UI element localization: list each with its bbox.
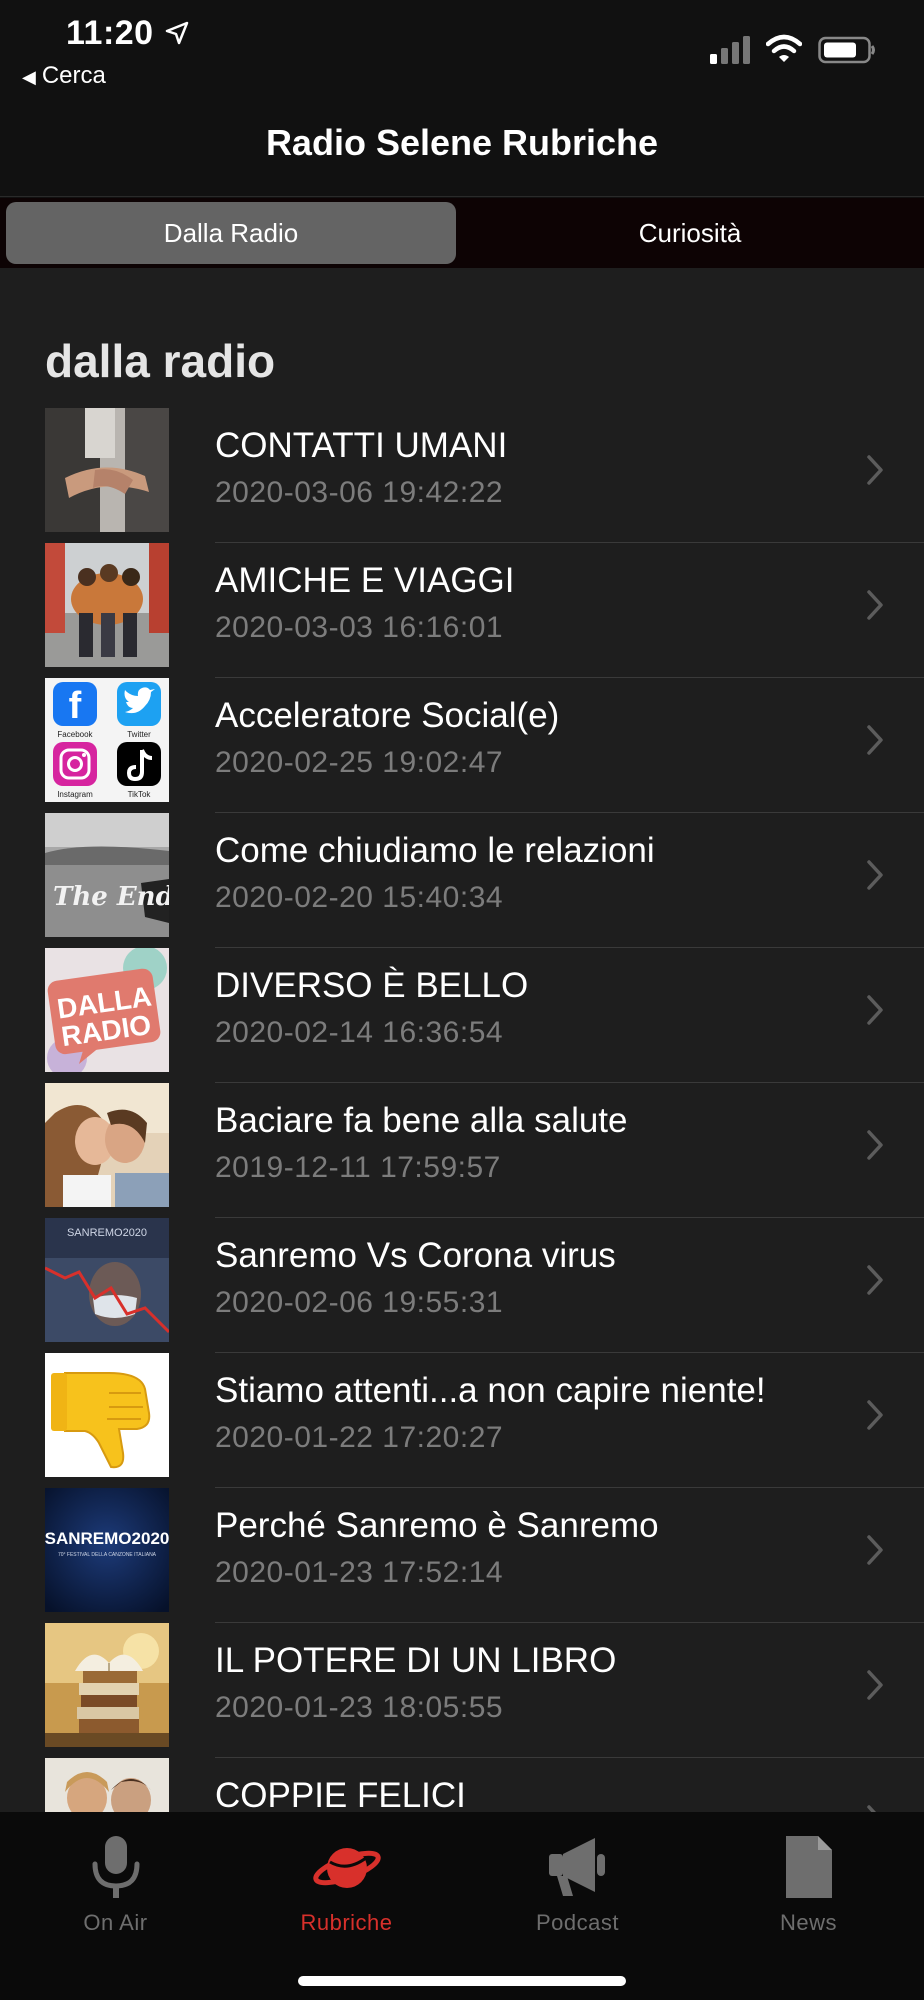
thumbnail-the-end-image: The End bbox=[45, 813, 169, 937]
section-header: dalla radio bbox=[45, 335, 276, 387]
home-indicator bbox=[298, 1976, 626, 1986]
document-icon bbox=[785, 1836, 832, 1898]
item-title: Stiamo attenti...a non capire niente! bbox=[215, 1371, 766, 1410]
chevron-right-icon bbox=[867, 1400, 883, 1430]
list-item[interactable]: f Facebook Twitter Instagram TikTok Acce… bbox=[0, 678, 924, 813]
back-to-search-link[interactable]: ◀ Cerca bbox=[22, 62, 106, 90]
list-item[interactable]: Stiamo attenti...a non capire niente! 20… bbox=[0, 1353, 924, 1488]
item-date: 2020-02-14 16:36:54 bbox=[215, 1016, 504, 1049]
list-item[interactable]: The End Come chiudiamo le relazioni 2020… bbox=[0, 813, 924, 948]
item-title: Sanremo Vs Corona virus bbox=[215, 1236, 616, 1275]
thumbnail-sanremo-2020-image: SANREMO2020 70° FESTIVAL DELLA CANZONE I… bbox=[45, 1488, 169, 1612]
back-triangle-icon: ◀ bbox=[22, 67, 36, 87]
tab-bar: On Air Rubriche Podcast News bbox=[0, 1812, 924, 2000]
tab-label: Podcast bbox=[536, 1910, 619, 1935]
thumbnail-kiss-image bbox=[45, 1083, 169, 1207]
status-time: 11:20 bbox=[66, 14, 154, 52]
thumbnail-books-image bbox=[45, 1623, 169, 1747]
tab-podcast[interactable]: Podcast bbox=[462, 1820, 693, 1936]
item-title: Baciare fa bene alla salute bbox=[215, 1101, 628, 1140]
sanremo-big-logo: SANREMO2020 bbox=[45, 1529, 169, 1548]
location-arrow-icon bbox=[165, 21, 189, 45]
thumbnail-sanremo-virus-image: SANREMO2020 bbox=[45, 1218, 169, 1342]
item-date: 2020-03-06 19:42:22 bbox=[215, 476, 504, 509]
nav-divider bbox=[0, 196, 924, 197]
microphone-icon bbox=[92, 1836, 139, 1898]
thumbnail-handshake-image bbox=[45, 408, 169, 532]
tab-label: News bbox=[779, 1910, 837, 1935]
item-title: CONTATTI UMANI bbox=[215, 426, 508, 465]
the-end-text: The End bbox=[53, 882, 169, 912]
rubriche-list: CONTATTI UMANI 2020-03-06 19:42:22 AMICH… bbox=[0, 408, 924, 1812]
status-bar: 11:20 ◀ Cerca bbox=[0, 0, 924, 100]
tab-news[interactable]: News bbox=[693, 1820, 924, 1936]
item-date: 2020-03-03 16:16:01 bbox=[215, 611, 504, 644]
chevron-right-icon bbox=[867, 455, 883, 485]
sanremo-subtitle: 70° FESTIVAL DELLA CANZONE ITALIANA bbox=[58, 1552, 157, 1558]
thumbnail-social-apps-image: f Facebook Twitter Instagram TikTok bbox=[45, 678, 169, 802]
item-title: Acceleratore Social(e) bbox=[215, 696, 560, 735]
tab-label: On Air bbox=[83, 1910, 148, 1935]
item-title: Perché Sanremo è Sanremo bbox=[215, 1506, 659, 1545]
item-title: COPPIE FELICI bbox=[215, 1776, 466, 1812]
list-item[interactable]: COPPIE FELICI bbox=[0, 1758, 924, 1812]
social-label-tiktok: TikTok bbox=[128, 790, 152, 799]
chevron-right-icon bbox=[867, 1670, 883, 1700]
social-label-facebook: Facebook bbox=[57, 730, 93, 739]
chevron-right-icon bbox=[867, 860, 883, 890]
thumbnail-thumbs-down-image bbox=[45, 1353, 169, 1477]
item-title: Come chiudiamo le relazioni bbox=[215, 831, 655, 870]
chevron-right-icon bbox=[867, 995, 883, 1025]
sanremo-small-logo: SANREMO2020 bbox=[67, 1227, 147, 1239]
chevron-right-icon bbox=[867, 1130, 883, 1160]
item-date: 2020-02-06 19:55:31 bbox=[215, 1286, 504, 1319]
list-item[interactable]: SANREMO2020 70° FESTIVAL DELLA CANZONE I… bbox=[0, 1488, 924, 1623]
social-label-instagram: Instagram bbox=[57, 790, 93, 799]
chevron-right-icon bbox=[867, 1265, 883, 1295]
item-date: 2020-01-23 17:52:14 bbox=[215, 1556, 504, 1589]
cellular-signal-icon bbox=[710, 36, 750, 64]
item-date: 2020-01-23 18:05:55 bbox=[215, 1691, 504, 1724]
megaphone-icon bbox=[548, 1838, 605, 1896]
item-title: DIVERSO È BELLO bbox=[215, 966, 529, 1005]
tab-label: Rubriche bbox=[300, 1910, 393, 1935]
item-date: 2020-02-25 19:02:47 bbox=[215, 746, 504, 779]
list-item[interactable]: DALLA RADIO DIVERSO È BELLO 2020-02-14 1… bbox=[0, 948, 924, 1083]
battery-icon bbox=[818, 36, 875, 64]
item-date: 2020-02-20 15:40:34 bbox=[215, 881, 504, 914]
list-item[interactable]: IL POTERE DI UN LIBRO 2020-01-23 18:05:5… bbox=[0, 1623, 924, 1758]
item-title: AMICHE E VIAGGI bbox=[215, 561, 515, 600]
chevron-right-icon bbox=[867, 725, 883, 755]
item-date: 2019-12-11 17:59:57 bbox=[215, 1151, 501, 1184]
content-list-area[interactable]: dalla radio CONTATTI UMANI 2020-03-06 19… bbox=[0, 268, 924, 1812]
chevron-right-icon bbox=[867, 1535, 883, 1565]
chevron-right-icon bbox=[867, 1805, 876, 1812]
segment-dalla-radio[interactable]: Dalla Radio bbox=[6, 202, 456, 264]
item-date: 2020-01-22 17:20:27 bbox=[215, 1421, 504, 1454]
list-item[interactable]: SANREMO2020 Sanremo Vs Corona virus 2020… bbox=[0, 1218, 924, 1353]
page-title: Radio Selene Rubriche bbox=[265, 122, 659, 163]
tab-rubriche[interactable]: Rubriche bbox=[231, 1820, 462, 1936]
chevron-right-icon bbox=[867, 590, 883, 620]
wifi-icon bbox=[766, 34, 802, 62]
list-item[interactable]: AMICHE E VIAGGI 2020-03-03 16:16:01 bbox=[0, 543, 924, 678]
tab-on-air[interactable]: On Air bbox=[0, 1820, 231, 1936]
thumbnail-friends-travel-image bbox=[45, 543, 169, 667]
planet-icon bbox=[312, 1848, 381, 1888]
segment-curiosita[interactable]: Curiosità bbox=[462, 202, 918, 264]
thumbnail-happy-couple-image bbox=[45, 1758, 169, 1812]
list-item[interactable]: CONTATTI UMANI 2020-03-06 19:42:22 bbox=[0, 408, 924, 543]
thumbnail-dalla-radio-image: DALLA RADIO bbox=[45, 948, 169, 1072]
item-title: IL POTERE DI UN LIBRO bbox=[215, 1641, 617, 1680]
svg-text:f: f bbox=[69, 685, 82, 727]
back-label: Cerca bbox=[41, 62, 106, 89]
segmented-control: Dalla Radio Curiosità bbox=[0, 198, 924, 268]
list-item[interactable]: Baciare fa bene alla salute 2019-12-11 1… bbox=[0, 1083, 924, 1218]
social-label-twitter: Twitter bbox=[127, 730, 151, 739]
